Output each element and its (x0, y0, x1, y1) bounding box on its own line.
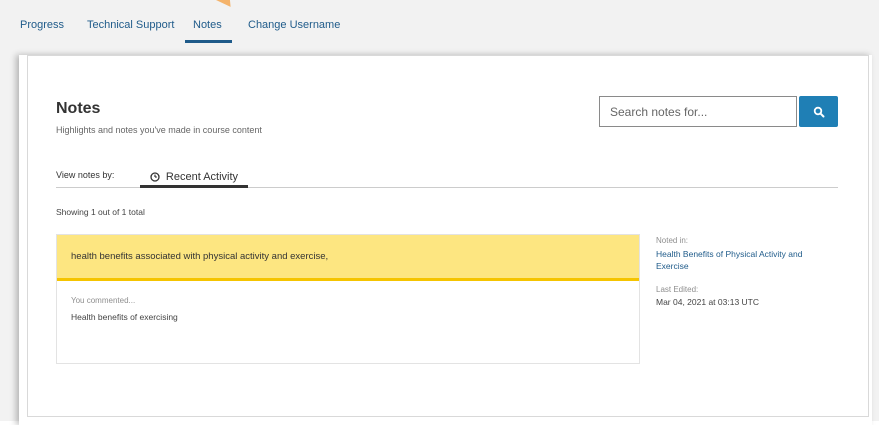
note-comment-label: You commented... (71, 296, 136, 305)
note-comment-text: Health benefits of exercising (71, 312, 178, 322)
tab-technical-support[interactable]: Technical Support (87, 19, 174, 31)
search-button[interactable] (799, 96, 838, 127)
note-highlight: health benefits associated with physical… (57, 235, 639, 281)
noted-in-link[interactable]: Health Benefits of Physical Activity and… (656, 248, 826, 272)
tab-progress[interactable]: Progress (20, 19, 64, 31)
tab-notes[interactable]: Notes (193, 19, 222, 31)
note-item: health benefits associated with physical… (56, 234, 640, 364)
course-tabs: Progress Technical Support Notes Change … (0, 0, 879, 55)
last-edited-value: Mar 04, 2021 at 03:13 UTC (656, 297, 760, 307)
tab-recent-activity-label: Recent Activity (165, 171, 239, 183)
tab-change-username[interactable]: Change Username (248, 19, 340, 31)
search-input[interactable] (599, 96, 797, 127)
view-by-label: View notes by: (56, 170, 115, 180)
noted-in-label: Noted in: (656, 236, 689, 245)
results-count: Showing 1 out of 1 total (56, 207, 145, 217)
note-highlight-text: health benefits associated with physical… (71, 251, 329, 262)
clock-icon (150, 172, 160, 182)
search-icon (813, 106, 824, 117)
last-edited-label: Last Edited: (656, 285, 699, 294)
active-view-tab-indicator (140, 185, 248, 188)
page-subtitle: Highlights and notes you've made in cour… (56, 125, 262, 135)
page-title: Notes (56, 100, 101, 117)
active-tab-indicator (185, 40, 232, 43)
